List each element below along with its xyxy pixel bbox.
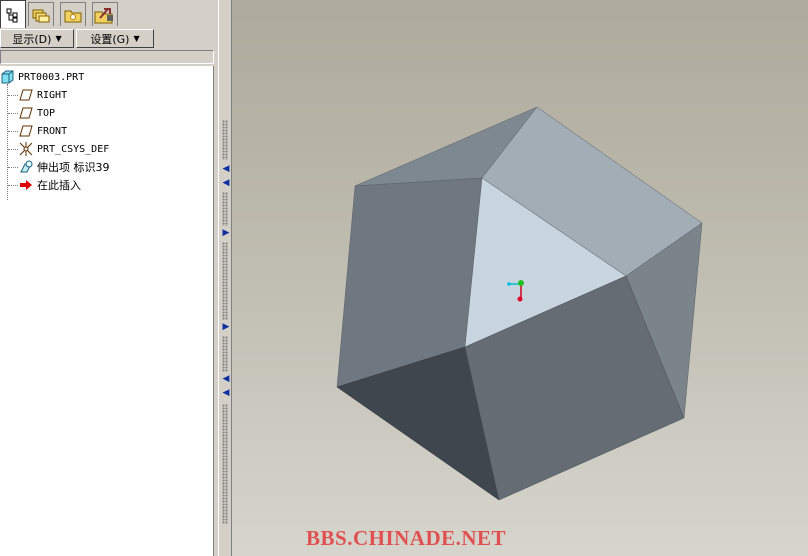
tree-connector xyxy=(7,84,8,200)
splitter-grip xyxy=(222,120,228,160)
tree-root-label: PRT0003.PRT xyxy=(18,71,85,83)
tree-item-right[interactable]: RIGHT xyxy=(19,87,67,103)
datum-plane-icon xyxy=(19,124,33,138)
chevron-down-icon: ▼ xyxy=(133,34,140,43)
tab-connections[interactable] xyxy=(92,2,118,26)
model-tree: PRT0003.PRT RIGHT TOP FRONT PRT_CSYS_DEF xyxy=(0,66,214,556)
collapse-left-arrow-icon[interactable]: ◀ xyxy=(222,178,230,188)
splitter-grip xyxy=(222,242,228,320)
panel-splitter[interactable]: ◀ ◀ ▶ ▶ ◀ ◀ xyxy=(218,0,232,556)
settings-menu-button[interactable]: 设置(G) ▼ xyxy=(76,29,154,48)
tab-favorites[interactable] xyxy=(60,2,86,26)
settings-menu-label: 设置(G) xyxy=(90,32,130,46)
expand-right-arrow-icon[interactable]: ▶ xyxy=(222,228,230,238)
graphics-viewport[interactable] xyxy=(232,0,808,556)
expand-right-arrow-icon[interactable]: ▶ xyxy=(222,322,230,332)
part-icon xyxy=(0,70,14,84)
tree-filter-bar[interactable] xyxy=(0,50,214,64)
watermark-text: BBS.CHINADE.NET xyxy=(306,526,507,550)
tree-item-insert-here[interactable]: 在此插入 xyxy=(19,177,81,193)
folder-browser-icon xyxy=(32,9,50,22)
tree-item-top[interactable]: TOP xyxy=(19,105,55,121)
tree-connector xyxy=(8,95,18,96)
tree-item-label: FRONT xyxy=(37,125,68,137)
splitter-grip xyxy=(222,192,228,226)
tree-item-label: TOP xyxy=(37,107,56,119)
tree-item-label: PRT_CSYS_DEF xyxy=(37,143,110,155)
tab-model-tree[interactable] xyxy=(0,0,26,28)
display-menu-label: 显示(D) xyxy=(12,32,52,46)
insert-here-arrow-icon xyxy=(19,178,33,192)
navigator-panel: 显示(D) ▼ 设置(G) ▼ PRT0003.PRT RIGHT TOP FR… xyxy=(0,0,218,556)
connections-icon xyxy=(94,7,113,23)
datum-plane-icon xyxy=(19,106,33,120)
tree-item-label: 在此插入 xyxy=(37,179,81,192)
tree-connector xyxy=(8,113,18,114)
tree-connector xyxy=(8,131,18,132)
tree-connector xyxy=(8,149,18,150)
tree-item-label: 伸出项 标识39 xyxy=(37,161,110,174)
protrusion-icon xyxy=(19,160,33,174)
collapse-left-arrow-icon[interactable]: ◀ xyxy=(222,164,230,174)
collapse-left-arrow-icon[interactable]: ◀ xyxy=(222,388,230,398)
tree-item-front[interactable]: FRONT xyxy=(19,123,67,139)
navigator-tab-bar xyxy=(0,0,218,28)
display-menu-button[interactable]: 显示(D) ▼ xyxy=(0,29,74,48)
tab-folder-browser[interactable] xyxy=(28,2,54,26)
tree-connector xyxy=(8,185,18,186)
tree-item-label: RIGHT xyxy=(37,89,68,101)
splitter-grip xyxy=(222,404,228,524)
favorites-icon xyxy=(64,10,82,22)
tree-item-protrusion[interactable]: 伸出项 标识39 xyxy=(19,159,110,175)
tree-item-csys[interactable]: PRT_CSYS_DEF xyxy=(19,141,109,157)
navigator-menu-bar: 显示(D) ▼ 设置(G) ▼ xyxy=(0,28,218,50)
splitter-grip xyxy=(222,336,228,372)
model-tree-icon xyxy=(6,8,18,22)
tree-connector xyxy=(8,167,18,168)
coordinate-system-icon xyxy=(19,142,33,156)
chevron-down-icon: ▼ xyxy=(55,34,62,43)
model-render[interactable] xyxy=(232,0,808,556)
datum-plane-icon xyxy=(19,88,33,102)
collapse-left-arrow-icon[interactable]: ◀ xyxy=(222,374,230,384)
tree-root-item[interactable]: PRT0003.PRT xyxy=(0,69,84,85)
